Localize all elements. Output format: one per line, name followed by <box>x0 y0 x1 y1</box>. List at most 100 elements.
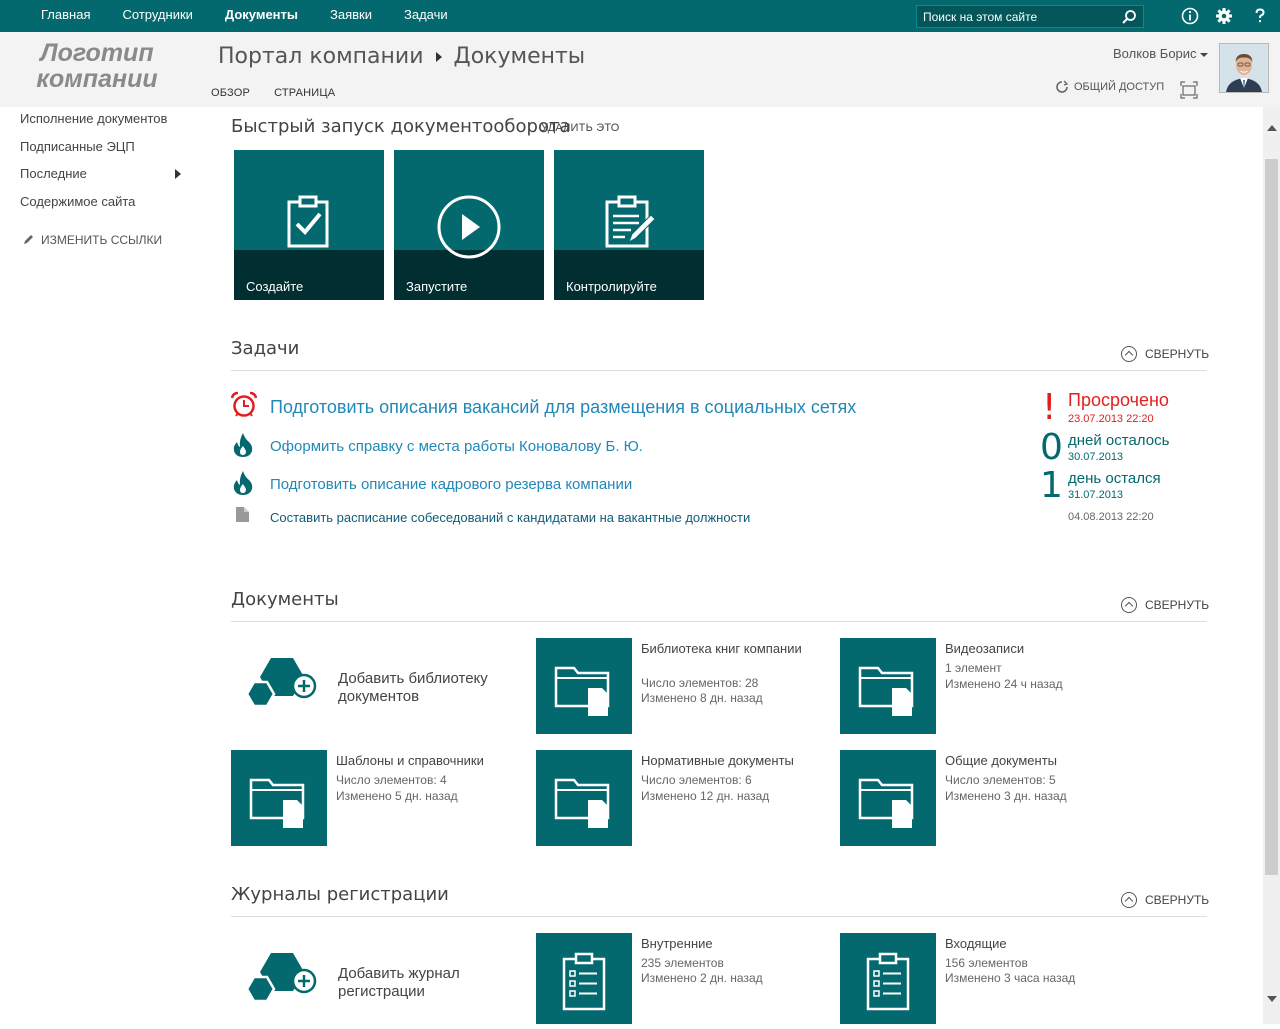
collapse-up-icon <box>1121 892 1137 908</box>
topnav-item-requests[interactable]: Заявки <box>314 0 388 32</box>
add-journal-button[interactable]: Добавить журнал регистрации <box>231 933 521 1024</box>
pencil-icon <box>24 235 33 244</box>
task-link-2[interactable]: Оформить справку с места работы Коновало… <box>270 438 643 455</box>
clipboard-check-icon <box>287 195 329 248</box>
leftnav-item-signed[interactable]: Подписанные ЭЦП <box>20 138 195 166</box>
library-tile[interactable]: Нормативные документы Число элементов: 6… <box>536 750 826 846</box>
tab-page[interactable]: СТРАНИЦА <box>274 87 335 99</box>
library-tile[interactable]: Видеозаписи 1 элемент Изменено 24 ч наза… <box>840 638 1130 734</box>
journal-tile[interactable]: Входящие 156 элементов Изменено 3 часа н… <box>840 933 1130 1024</box>
chevron-right-icon[interactable] <box>175 169 181 179</box>
status-date: 31.07.2013 <box>1068 489 1124 501</box>
tile-create-label: Создайте <box>246 279 304 294</box>
add-library-label: Добавить библиотеку документов <box>338 670 488 705</box>
days-count: 0 <box>1040 427 1063 468</box>
library-count: Число элементов: 28 <box>641 676 759 690</box>
help-icon[interactable] <box>1250 6 1270 26</box>
document-icon <box>236 507 249 522</box>
flame-icon <box>233 433 253 457</box>
tab-browse[interactable]: ОБЗОР <box>211 87 250 99</box>
breadcrumb-separator-icon <box>435 51 442 62</box>
topnav-item-documents[interactable]: Документы <box>209 0 314 32</box>
folder-icon <box>858 778 914 828</box>
tasks-title: Задачи <box>231 338 300 359</box>
library-tile[interactable]: Общие документы Число элементов: 5 Измен… <box>840 750 1130 846</box>
tasks-collapse-button[interactable]: СВЕРНУТЬ <box>1121 346 1209 362</box>
focus-on-content-icon[interactable] <box>1180 81 1198 99</box>
share-button[interactable]: ОБЩИЙ ДОСТУП <box>1055 80 1164 94</box>
library-title: Общие документы <box>945 753 1058 768</box>
folder-icon <box>554 778 610 828</box>
overdue-mark: ! <box>1042 387 1057 428</box>
status-date: 04.08.2013 22:20 <box>1068 511 1154 523</box>
search-box <box>916 5 1144 28</box>
library-tile[interactable]: Библиотека книг компании Число элементов… <box>536 638 826 734</box>
add-library-icon <box>245 658 317 708</box>
chevron-down-icon <box>1199 52 1208 57</box>
share-label: ОБЩИЙ ДОСТУП <box>1074 81 1165 93</box>
breadcrumb-current: Документы <box>453 44 586 69</box>
journals-collapse-label: СВЕРНУТЬ <box>1145 893 1210 907</box>
journals-collapse-button[interactable]: СВЕРНУТЬ <box>1121 892 1209 908</box>
edit-links-label: ИЗМЕНИТЬ ССЫЛКИ <box>41 233 163 247</box>
vertical-scrollbar[interactable] <box>1263 107 1280 1024</box>
journal-title: Внутренние <box>641 936 713 951</box>
left-nav: Исполнение документов Подписанные ЭЦП По… <box>20 110 195 220</box>
register-list-icon <box>866 952 910 1011</box>
library-title: Библиотека книг компании <box>641 641 802 656</box>
documents-collapse-label: СВЕРНУТЬ <box>1145 598 1210 612</box>
scroll-up-icon[interactable] <box>1267 125 1277 131</box>
flame-icon <box>233 471 253 495</box>
scrollbar-thumb[interactable] <box>1265 159 1278 875</box>
journal-tile[interactable]: Внутренние 235 элементов Изменено 2 дн. … <box>536 933 826 1024</box>
journals-title: Журналы регистрации <box>231 884 449 905</box>
leftnav-item-site-contents[interactable]: Содержимое сайта <box>20 193 195 221</box>
logo-line1: Логотип <box>40 39 154 67</box>
search-input[interactable] <box>917 6 1117 27</box>
user-name: Волков Борис <box>1113 46 1197 61</box>
avatar[interactable] <box>1219 43 1269 93</box>
journal-count: 156 элементов <box>945 956 1028 970</box>
play-circle-icon <box>437 195 501 259</box>
library-modified: Изменено 5 дн. назад <box>336 789 458 803</box>
library-tile[interactable]: Шаблоны и справочники Число элементов: 4… <box>231 750 521 846</box>
gear-icon[interactable] <box>1214 6 1234 26</box>
library-title: Нормативные документы <box>641 753 794 768</box>
add-journal-icon <box>245 953 317 1003</box>
collapse-up-icon <box>1121 346 1137 362</box>
topnav-item-home[interactable]: Главная <box>25 0 106 32</box>
topnav-item-tasks[interactable]: Задачи <box>388 0 464 32</box>
documents-collapse-button[interactable]: СВЕРНУТЬ <box>1121 597 1209 613</box>
library-count: Число элементов: 5 <box>945 773 1056 787</box>
status-date: 23.07.2013 22:20 <box>1068 413 1154 425</box>
register-list-icon <box>562 952 606 1011</box>
user-menu[interactable]: Волков Борис <box>1113 46 1208 61</box>
add-journal-label: Добавить журнал регистрации <box>338 965 460 1000</box>
add-library-button[interactable]: Добавить библиотеку документов <box>231 638 521 734</box>
task-link-4[interactable]: Составить расписание собеседований с кан… <box>270 510 750 525</box>
edit-links-button[interactable]: ИЗМЕНИТЬ ССЫЛКИ <box>22 233 162 247</box>
search-icon[interactable] <box>1121 9 1137 25</box>
task-link-3[interactable]: Подготовить описание кадрового резерва к… <box>270 476 632 493</box>
task-link-1[interactable]: Подготовить описания вакансий для размещ… <box>270 397 856 418</box>
library-modified: Изменено 8 дн. назад <box>641 691 763 705</box>
tile-launch[interactable]: Запустите <box>394 150 544 300</box>
journal-modified: Изменено 2 дн. назад <box>641 971 763 985</box>
folder-icon <box>858 666 914 716</box>
journal-modified: Изменено 3 часа назад <box>945 971 1076 985</box>
remove-quicklaunch-link[interactable]: УДАЛИТЬ ЭТО <box>541 122 620 134</box>
info-icon[interactable] <box>1180 6 1200 26</box>
library-count: Число элементов: 6 <box>641 773 752 787</box>
leftnav-item-recent[interactable]: Последние <box>20 165 195 193</box>
topnav-item-employees[interactable]: Сотрудники <box>106 0 208 32</box>
top-bar: Главная Сотрудники Документы Заявки Зада… <box>0 0 1280 32</box>
tile-create[interactable]: Создайте <box>234 150 384 300</box>
library-title: Шаблоны и справочники <box>336 753 484 768</box>
scroll-down-icon[interactable] <box>1267 996 1277 1002</box>
tile-control[interactable]: Контролируйте <box>554 150 704 300</box>
company-logo[interactable]: Логотип компании <box>22 40 172 92</box>
leftnav-item-document-execution[interactable]: Исполнение документов <box>20 110 195 138</box>
library-modified: Изменено 3 дн. назад <box>945 789 1067 803</box>
journal-title: Входящие <box>945 936 1007 951</box>
breadcrumb-root[interactable]: Портал компании <box>218 44 424 69</box>
